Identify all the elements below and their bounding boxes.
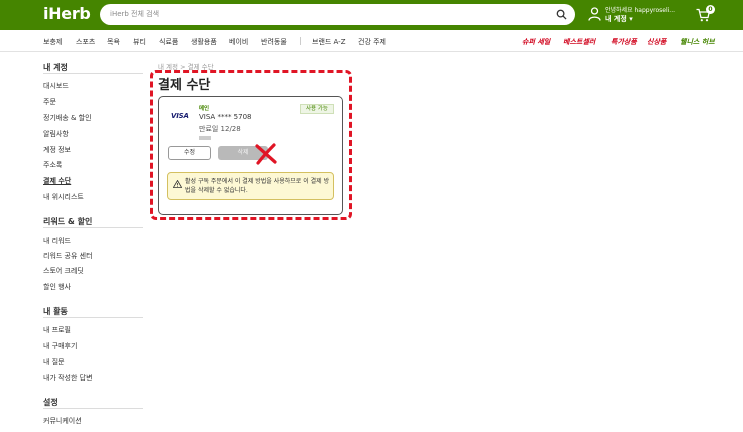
nav-beauty[interactable]: 뷰티 [133,37,146,47]
sidebar-item-promotions[interactable]: 할인 행사 [43,282,71,292]
sidebar-item-notifications[interactable]: 알림사항 [43,129,69,139]
cart-count-badge: 0 [706,5,715,14]
sidebar-item-autoship[interactable]: 정기배송 & 할인 [43,113,92,123]
nav-sports[interactable]: 스포츠 [76,37,95,47]
nav-bath[interactable]: 목욕 [107,37,120,47]
nav-pets[interactable]: 반려동물 [261,37,287,47]
sidebar-item-my-profile[interactable]: 내 프로필 [43,325,71,335]
nav-new-products[interactable]: 신상품 [647,37,666,47]
sidebar-divider [43,73,143,74]
search-input[interactable]: iHerb 전체 검색 [110,9,159,19]
nav-household[interactable]: 생활용품 [191,37,217,47]
my-account-menu[interactable]: 내 계정 ▾ [605,14,633,24]
search-bar[interactable]: iHerb 전체 검색 [100,4,575,25]
nav-wellness-hub[interactable]: 웰니스 허브 [680,37,715,47]
sidebar-heading-my-activity: 내 활동 [43,307,68,316]
sidebar-item-my-rewards[interactable]: 내 리워드 [43,236,71,246]
nav-brands-az[interactable]: 브랜드 A-Z [312,37,346,47]
nav-super-sale[interactable]: 슈퍼 세일 [522,37,550,47]
nav-baby[interactable]: 베이비 [229,37,248,47]
sidebar-item-my-questions[interactable]: 내 질문 [43,357,65,367]
greeting-text: 안녕하세요 happyroseli... [605,7,676,14]
search-icon[interactable] [556,9,567,20]
nav-bestsellers[interactable]: 베스트셀러 [563,37,595,47]
sidebar-divider [43,408,143,409]
nav-health-topics[interactable]: 건강 주제 [358,37,386,47]
sidebar-item-rewards-share[interactable]: 리워드 공유 센터 [43,251,93,261]
nav-divider [300,37,301,45]
sidebar-item-wishlist[interactable]: 내 위시리스트 [43,192,84,202]
sidebar-item-communication[interactable]: 커뮤니케이션 [43,416,82,426]
sidebar-item-payment-methods[interactable]: 결제 수단 [43,176,71,186]
user-icon[interactable] [588,7,601,21]
category-nav: 보충제 스포츠 목욕 뷰티 식료품 생활용품 베이비 반려동물 브랜드 A-Z … [0,30,743,52]
sidebar-item-account-info[interactable]: 계정 정보 [43,145,71,155]
sidebar-heading-my-account: 내 계정 [43,63,68,72]
nav-specials[interactable]: 특가상품 [611,37,637,47]
sidebar-divider [43,317,143,318]
sidebar-item-address-book[interactable]: 주소록 [43,160,62,170]
highlight-annotation-box [150,70,352,220]
sidebar-heading-settings: 설정 [43,398,58,407]
sidebar-item-my-reviews[interactable]: 내 구매후기 [43,341,77,351]
sidebar-heading-rewards: 리워드 & 할인 [43,217,93,226]
nav-supplements[interactable]: 보충제 [43,37,62,47]
sidebar-item-store-credit[interactable]: 스토어 크레딧 [43,266,84,276]
sidebar-divider [43,227,143,228]
sidebar-item-orders[interactable]: 주문 [43,97,56,107]
sidebar-item-dashboard[interactable]: 대시보드 [43,81,69,91]
sidebar-item-my-answers[interactable]: 내가 작성한 답변 [43,373,93,383]
top-header: iHerb iHerb 전체 검색 안녕하세요 happyroseli... 내… [0,0,743,30]
iherb-logo[interactable]: iHerb [43,4,91,23]
nav-grocery[interactable]: 식료품 [159,37,178,47]
